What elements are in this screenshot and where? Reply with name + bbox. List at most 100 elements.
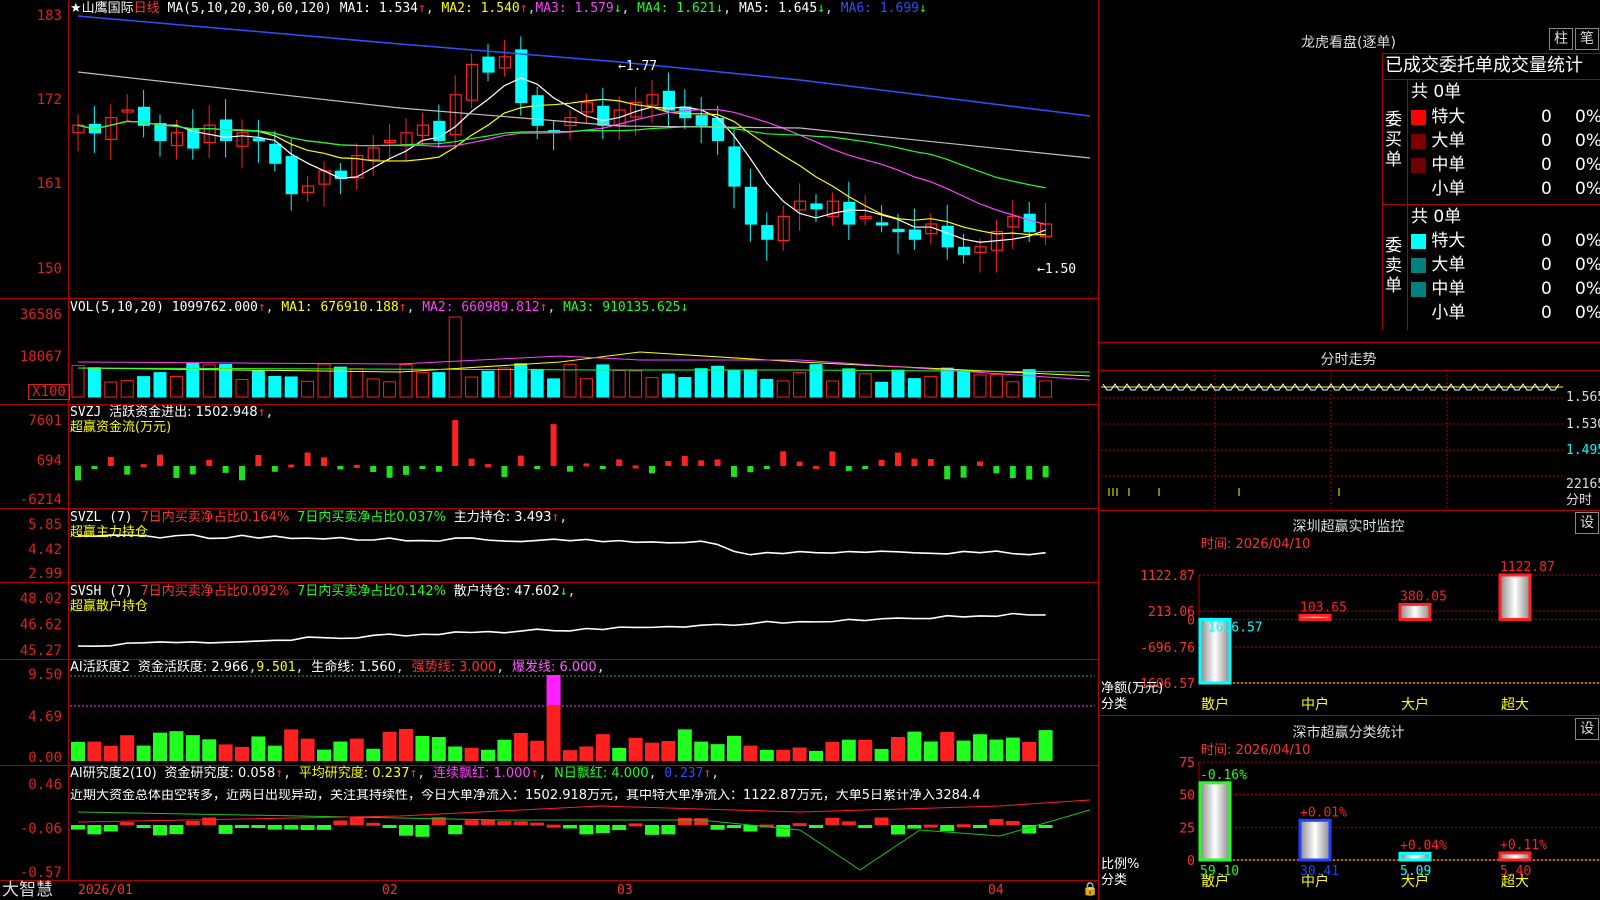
order-percent: 0% [1575, 255, 1600, 275]
candle [679, 106, 692, 119]
research-bar [891, 825, 905, 835]
fund-flow-bar [255, 454, 262, 466]
activity-bar [349, 738, 364, 761]
volume-bar [530, 368, 544, 398]
fenshi-title: 分时走势 [1320, 352, 1377, 368]
app-logo: 大智慧 [2, 880, 53, 900]
main-ylabel: 161 [36, 176, 62, 192]
activity-bar [169, 731, 184, 761]
ma5-value: MA5: 1.645 [738, 1, 818, 16]
svsh-hold: 散户持仓: 47.602 [453, 584, 560, 599]
main-legend: ★山鹰国际日线 MA(5,10,20,30,60,120) MA1: 1.534… [70, 1, 927, 16]
research-bar [956, 824, 971, 828]
volume-bar [989, 374, 1003, 398]
order-row: 小单 0 0% [1411, 301, 1600, 325]
fund-flow-bar [649, 466, 655, 474]
fund-flow-bar [107, 456, 114, 466]
research-bar [1038, 825, 1053, 828]
fund-flow-bar [567, 466, 573, 472]
ma2-value: MA2: 1.540 [441, 1, 520, 16]
volume-bar [87, 367, 101, 398]
sz-monitor-chart[interactable]: 1122.87213.060-696.76-1606.57-1606.57散户1… [1099, 510, 1600, 715]
fund-flow-bar [517, 455, 524, 466]
volume-bar [743, 369, 757, 398]
volume-bar [415, 372, 429, 398]
y-tick-label: 75 [1179, 756, 1195, 771]
activity-bar [1022, 741, 1037, 761]
volume-bar [858, 373, 872, 398]
lock-icon[interactable]: 🔒 [1082, 883, 1098, 897]
fund-flow-bar [403, 466, 409, 475]
fund-flow-bar [189, 466, 196, 475]
candle [957, 246, 971, 256]
x-tick-label: 2026/01 [78, 883, 133, 898]
volume-bar [957, 370, 971, 398]
fund-flow-bar [665, 461, 672, 466]
fund-flow-bar [698, 460, 705, 466]
order-count: 0 [1541, 255, 1552, 275]
svzj-ylabel: -6214 [19, 492, 62, 508]
activity-bar [612, 747, 627, 761]
volume-bar [268, 375, 282, 398]
y-tick-label: 25 [1179, 821, 1195, 836]
activity-bar [809, 750, 823, 761]
ai2-ylabel: -0.06 [19, 821, 62, 837]
sz-class-chart[interactable]: 7550250-0.16%散户+0.01%中户+0.04%大户+0.11%超大5… [1099, 715, 1600, 900]
svzj-legend: SVZJ 活跃资金进出: 1502.948↑, [70, 405, 274, 420]
volume-bar [727, 369, 741, 398]
activity-bar [628, 737, 643, 761]
volume-bar [579, 378, 593, 398]
main-ylabel: 183 [36, 8, 62, 24]
order-row: 大单 0 0% [1411, 253, 1600, 277]
volume-bar [120, 380, 134, 398]
longhu-header: 已成交委托单成交量统计 [1385, 55, 1583, 76]
order-type-label: 中单 [1426, 279, 1466, 299]
kline-svg[interactable] [0, 0, 1099, 900]
candle [1023, 213, 1036, 233]
bar-mode-button[interactable]: 柱 [1549, 28, 1573, 50]
research-bar [87, 825, 102, 835]
candle [843, 201, 856, 225]
activity-bar [891, 736, 905, 761]
chart-area[interactable]: ★山鹰国际日线 MA(5,10,20,30,60,120) MA1: 1.534… [0, 0, 1099, 900]
research-bar [677, 817, 692, 825]
buy-total: 共 0单 [1411, 82, 1462, 102]
order-percent: 0% [1575, 303, 1600, 323]
candle [531, 95, 544, 126]
research-bar [1005, 821, 1020, 825]
fund-flow-bar [714, 459, 721, 466]
fund-flow-bar [222, 466, 229, 473]
candle [941, 225, 954, 248]
activity-bar [841, 739, 856, 761]
activity-bar [87, 741, 102, 761]
volume-bar [301, 380, 315, 398]
fund-flow-bar [796, 461, 803, 466]
volume-bar [350, 368, 364, 398]
activity-bar [317, 749, 331, 761]
volume-bar [104, 381, 118, 398]
fund-flow-bar [895, 452, 901, 466]
activity-bar [776, 749, 791, 761]
buy-order-label: 委买单 [1385, 110, 1402, 170]
intraday-chart[interactable] [1099, 370, 1600, 510]
data-bar [1198, 781, 1232, 862]
research-bar [841, 821, 856, 825]
volume-bar [251, 370, 265, 398]
sz-class-ylabel: 比例% [1101, 857, 1140, 872]
order-type-label: 中单 [1426, 155, 1466, 175]
order-row: 特大 0 0% [1411, 105, 1600, 129]
sz-monitor-ylabel: 净额(万元) [1101, 681, 1164, 696]
candle [908, 229, 922, 240]
activity-bar [825, 741, 840, 761]
candle [482, 56, 495, 73]
activity-bar [710, 744, 725, 761]
volume-bar [760, 378, 774, 398]
research-bar [71, 825, 85, 830]
activity-bar [513, 732, 528, 761]
y-tick-label: 0 [1187, 613, 1195, 628]
fund-flow-bar [911, 458, 918, 466]
color-swatch [1411, 133, 1426, 149]
order-count: 0 [1541, 279, 1552, 299]
volume-bar [907, 378, 921, 398]
tick-mode-button[interactable]: 笔 [1575, 28, 1599, 50]
